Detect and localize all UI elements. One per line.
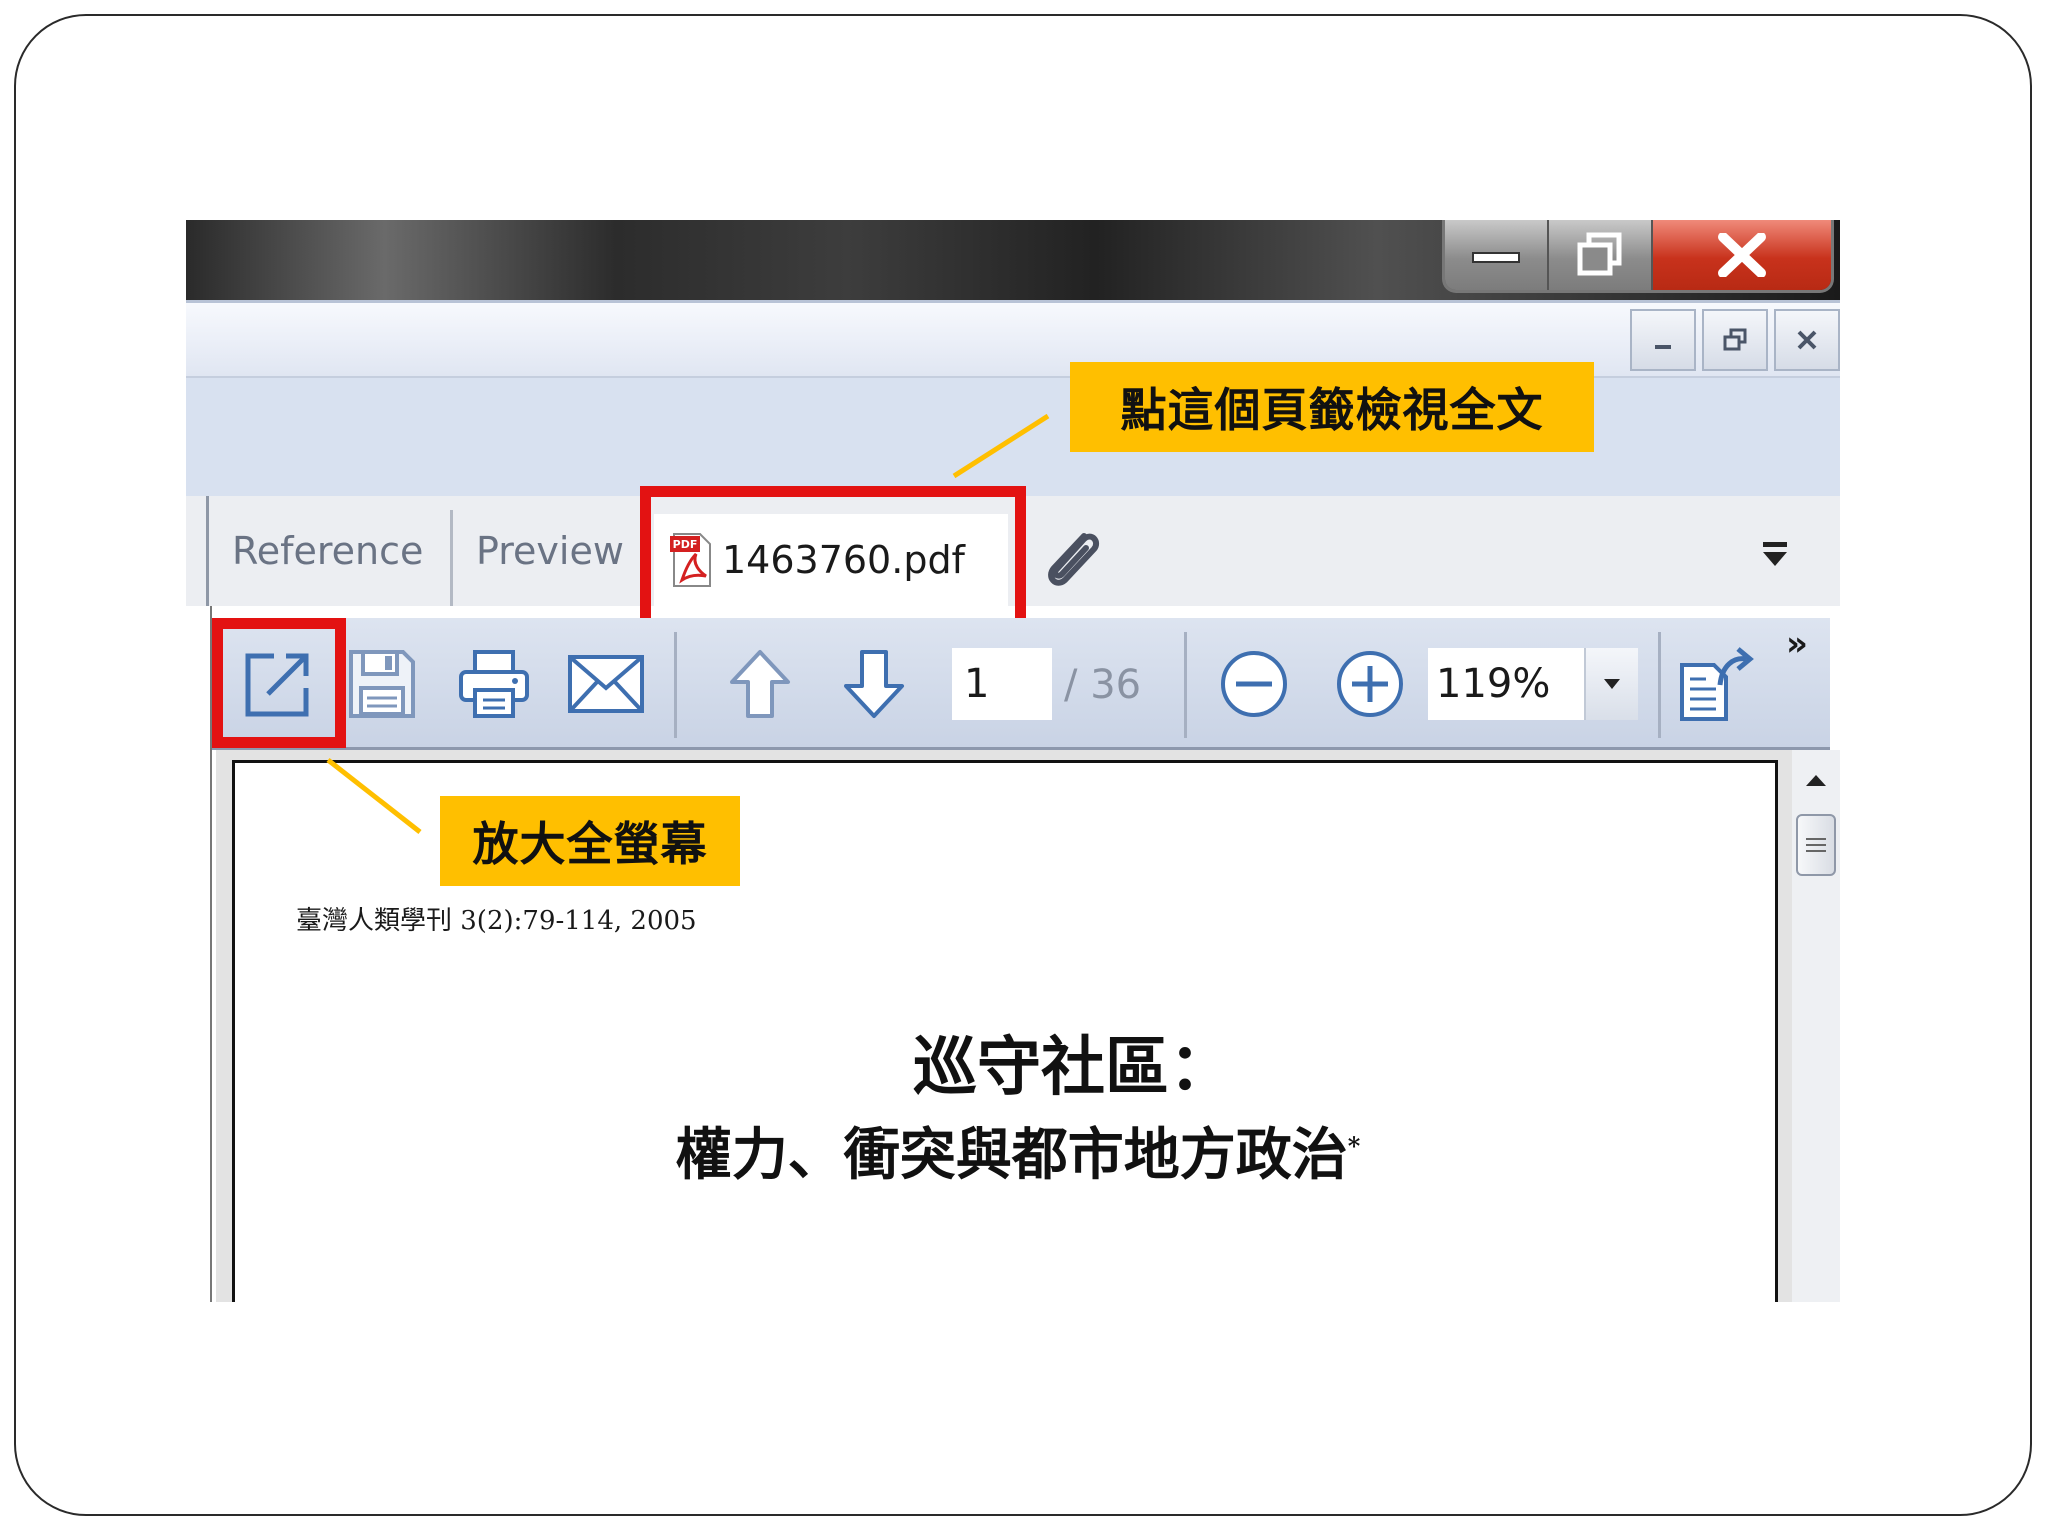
zoom-out-icon — [1221, 651, 1287, 717]
zoom-in-button[interactable] — [1328, 642, 1412, 726]
journal-citation: 臺灣人類學刊 3(2):79-114, 2005 — [296, 906, 697, 936]
tab-divider — [450, 510, 453, 606]
document-restore-button[interactable] — [1702, 309, 1768, 371]
document-title: 巡守社區： — [913, 1030, 1233, 1105]
next-page-button[interactable] — [832, 642, 916, 726]
window-minimize-button[interactable] — [1445, 220, 1549, 290]
zoom-dropdown-button[interactable] — [1584, 648, 1638, 720]
window-controls — [1442, 220, 1834, 293]
minimize-icon — [1655, 345, 1671, 349]
close-icon — [1718, 233, 1766, 277]
callout-fullscreen: 放大全螢幕 — [440, 796, 740, 886]
email-button[interactable] — [564, 642, 648, 726]
save-icon — [349, 650, 415, 718]
close-icon — [1797, 330, 1817, 350]
grip-icon — [1806, 838, 1826, 852]
toolbar-separator — [1184, 632, 1187, 738]
rotate-page-icon — [1680, 647, 1754, 721]
zoom-value: 119% — [1436, 661, 1551, 707]
fullscreen-highlight-box — [212, 618, 346, 748]
screenshot: Reference Preview PDF 1463760.pdf 1 / 36… — [186, 220, 1840, 1302]
scroll-up-button[interactable] — [1792, 760, 1840, 800]
save-button[interactable] — [340, 642, 424, 726]
toolbar-overflow-button[interactable]: » — [1786, 624, 1808, 664]
document-close-button[interactable] — [1774, 309, 1840, 371]
tab-bar-border — [206, 496, 209, 606]
rotate-page-button[interactable] — [1674, 642, 1758, 726]
minimize-icon — [1472, 252, 1520, 263]
zoom-select[interactable]: 119% — [1428, 648, 1638, 720]
chevron-up-icon — [1806, 775, 1826, 786]
toolbar-separator — [1658, 632, 1661, 738]
paperclip-icon[interactable] — [1036, 526, 1106, 598]
footnote-mark: * — [1347, 1131, 1361, 1161]
print-button[interactable] — [452, 642, 536, 726]
pdf-toolbar: / 36 119% — [212, 618, 1830, 750]
document-subtitle-text: 權力、衝突與都市地方政治 — [675, 1122, 1348, 1188]
previous-page-button[interactable] — [718, 642, 802, 726]
zoom-in-icon — [1337, 651, 1403, 717]
print-icon — [459, 650, 529, 718]
page-number-input[interactable] — [952, 648, 1052, 720]
email-icon — [568, 655, 644, 713]
chevron-down-icon — [1604, 679, 1620, 689]
document-subtitle: 權力、衝突與都市地方政治* — [186, 1110, 1840, 1191]
zoom-out-button[interactable] — [1212, 642, 1296, 726]
tab-preview[interactable]: Preview — [476, 496, 624, 606]
restore-icon — [1723, 328, 1747, 351]
scroll-thumb[interactable] — [1796, 814, 1836, 876]
document-minimize-button[interactable] — [1630, 309, 1696, 371]
document-window-controls — [1630, 309, 1840, 371]
window-restore-button[interactable] — [1549, 220, 1653, 290]
window-titlebar — [186, 220, 1840, 300]
window-close-button[interactable] — [1653, 220, 1831, 290]
toolbar-separator — [674, 632, 677, 738]
page-total-label: / 36 — [1064, 662, 1142, 708]
tab-list-dropdown-icon[interactable] — [1760, 540, 1790, 570]
restore-icon — [1577, 232, 1622, 276]
tab-highlight-box — [640, 486, 1026, 632]
tab-reference[interactable]: Reference — [232, 496, 423, 606]
arrow-down-icon — [844, 650, 904, 718]
side-panel-edge — [186, 606, 212, 1302]
callout-view-fulltext: 點這個頁籤檢視全文 — [1070, 362, 1594, 452]
arrow-up-icon — [730, 650, 790, 718]
